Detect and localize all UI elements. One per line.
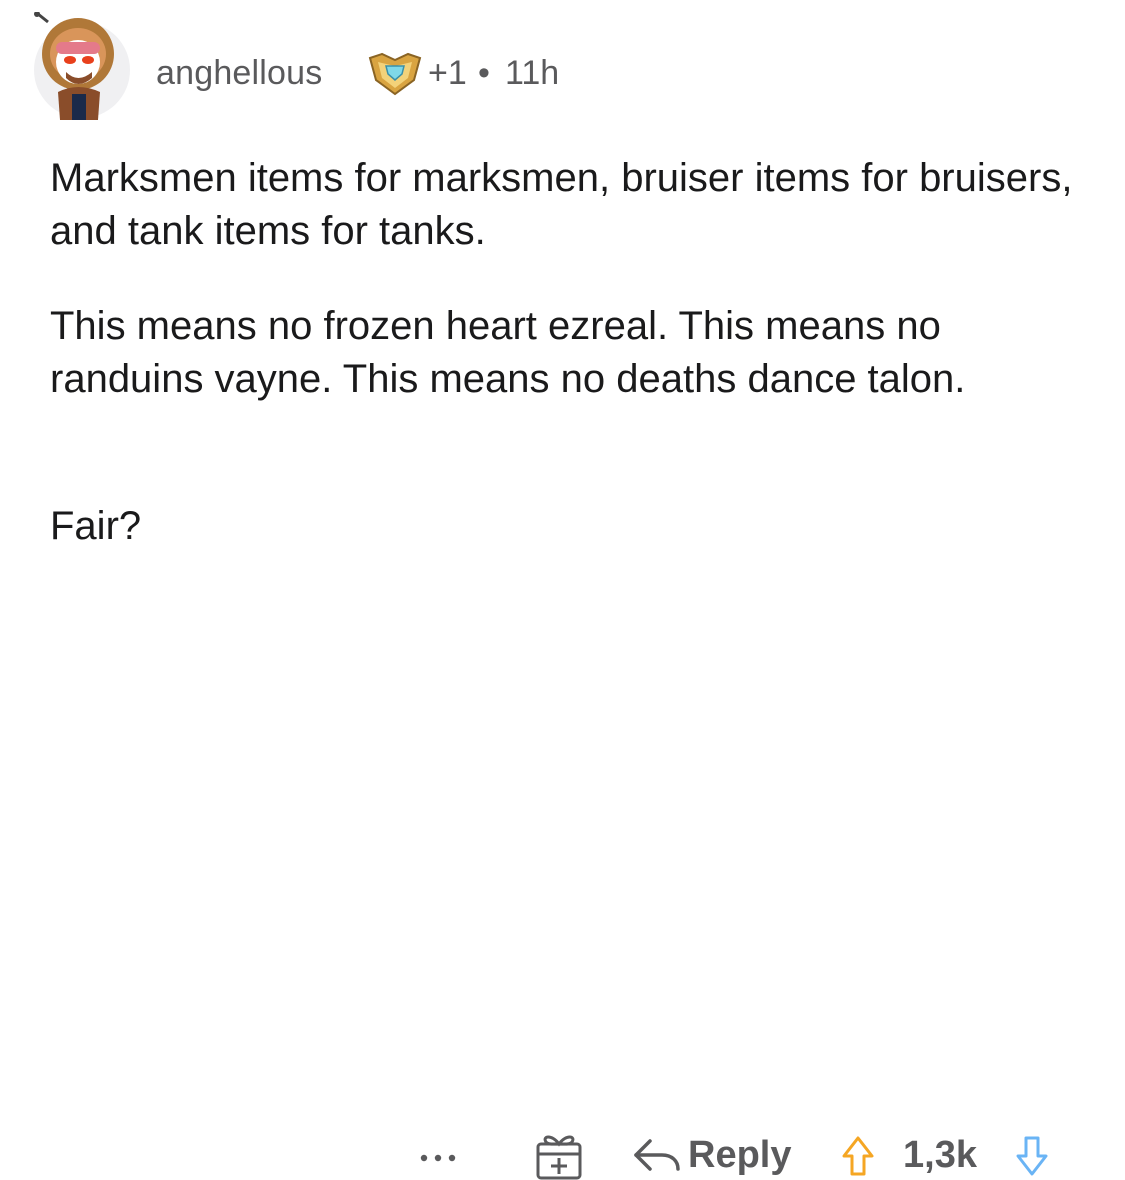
comment-action-bar: Reply 1,3k xyxy=(0,560,1125,1180)
comment-header: anghellous +1 • 11h xyxy=(0,0,1125,130)
gift-award-icon[interactable] xyxy=(530,1130,588,1180)
username[interactable]: anghellous xyxy=(156,54,322,93)
comment-paragraph: Marksmen items for marksmen, bruiser ite… xyxy=(50,156,1073,253)
user-avatar[interactable] xyxy=(28,12,136,120)
comment-paragraph: Fair? xyxy=(50,504,142,548)
meta-separator: • xyxy=(478,54,490,92)
upvote-arrow-icon[interactable] xyxy=(838,1134,878,1178)
gold-award-badge-icon[interactable] xyxy=(368,50,422,96)
reply-label: Reply xyxy=(688,1133,792,1176)
vote-score: 1,3k xyxy=(903,1134,977,1176)
more-options-icon[interactable] xyxy=(414,1144,464,1164)
comment-age: 11h xyxy=(505,54,560,92)
award-count: +1 xyxy=(428,54,467,92)
reply-arrow-icon xyxy=(634,1139,680,1171)
comment-paragraph: This means no frozen heart ezreal. This … xyxy=(50,304,966,401)
downvote-arrow-icon[interactable] xyxy=(1012,1134,1052,1178)
reply-button[interactable]: Reply xyxy=(628,1130,791,1180)
